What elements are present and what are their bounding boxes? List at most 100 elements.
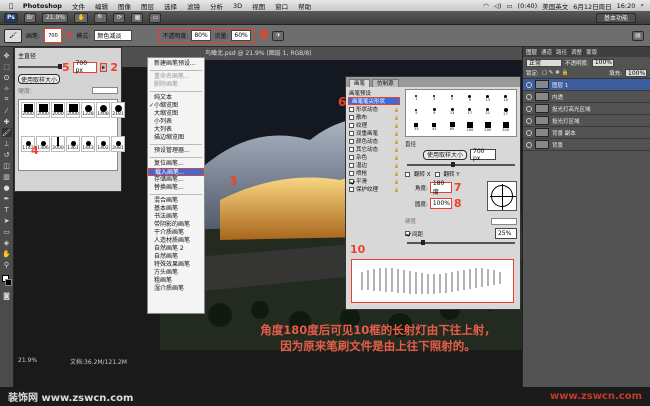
layer-opacity-field[interactable]: 100% — [591, 58, 614, 67]
roundness-field[interactable]: 100% — [429, 198, 452, 209]
tab-layers[interactable]: 图层 — [526, 48, 537, 56]
brush-option-row[interactable]: 颜色动态 🔒 — [346, 137, 402, 145]
brush-tip-cell[interactable]: 9 — [432, 108, 436, 115]
color-swatches-icon[interactable] — [1, 275, 12, 289]
brush-tool-icon[interactable]: 🖌 — [1, 128, 12, 137]
menu-item[interactable]: 描边缩览图 — [148, 134, 204, 142]
menu-view[interactable]: 视图 — [247, 1, 270, 11]
brush-tip-cell[interactable]: 200 — [484, 121, 491, 132]
brush-tip-cell[interactable]: 9 — [468, 94, 472, 102]
apple-icon[interactable]:  — [4, 2, 18, 10]
lock-icon[interactable]: 🔒 — [394, 171, 399, 176]
diameter-field[interactable]: 700 px — [470, 148, 496, 162]
menu-item[interactable]: 存储画笔... — [148, 176, 204, 184]
brush-tip-cell[interactable]: 21 — [486, 108, 490, 115]
tab-channels[interactable]: 通道 — [541, 48, 552, 56]
bridge-icon[interactable]: Br — [23, 12, 37, 23]
eraser-icon[interactable]: ◫ — [2, 161, 12, 170]
3d-rotate-icon[interactable]: ◈ — [2, 238, 12, 247]
lock-icon[interactable]: 🔒 — [394, 123, 399, 128]
menu-select[interactable]: 选择 — [159, 1, 182, 11]
menu-layer[interactable]: 图层 — [136, 1, 159, 11]
menu-item[interactable]: 纯文本 — [148, 94, 204, 102]
wifi-icon[interactable]: ◠ — [483, 2, 489, 10]
brush-tip-cell[interactable]: 65 — [449, 122, 455, 131]
opacity-field[interactable]: 80% — [191, 30, 212, 41]
menu-image[interactable]: 图像 — [113, 1, 136, 11]
menu-3d[interactable]: 3D — [228, 2, 247, 10]
fill-field[interactable]: 100% — [625, 69, 647, 77]
layer-row[interactable]: 投光灯高光区域 — [523, 103, 650, 115]
brush-option-row[interactable]: 其它动态 🔒 — [346, 145, 402, 153]
menu-item[interactable]: 湿介质画笔 — [148, 285, 204, 293]
menu-item[interactable]: 带阴影的画笔 — [148, 221, 204, 229]
brush-option-row[interactable]: 散布 🔒 — [346, 113, 402, 121]
lock-icons[interactable]: ▢ ✎ ✥ 🔒 — [542, 70, 569, 76]
diameter-slider[interactable] — [407, 162, 515, 167]
angle-field[interactable]: 180度 — [429, 180, 452, 196]
lock-icon[interactable]: 🔒 — [394, 115, 399, 120]
menu-item[interactable]: 自然画笔 2 — [148, 245, 204, 253]
hardness-field[interactable] — [92, 86, 118, 94]
hand-tool-icon[interactable]: ✋ — [74, 12, 88, 23]
gradient-icon[interactable]: ▥ — [2, 172, 12, 181]
quick-mask-icon[interactable]: ◙ — [2, 291, 12, 300]
brush-tip-cell[interactable]: 5 — [451, 95, 453, 101]
brush-option-checkbox[interactable] — [349, 170, 354, 176]
brush-tip-cell[interactable]: 27 — [503, 107, 508, 116]
airbrush-icon[interactable]: ✈ — [272, 30, 285, 41]
visibility-eye-icon[interactable] — [526, 93, 532, 100]
move-tool-icon[interactable]: ✥ — [2, 51, 12, 60]
brush-tip-cell[interactable]: 13 — [486, 94, 490, 102]
eyedropper-icon[interactable]: ⁄ — [2, 106, 12, 115]
brush-tip-cell[interactable]: 3 — [433, 95, 435, 101]
shape-tool-icon[interactable]: ▭ — [2, 227, 12, 236]
brush-thumb[interactable]: 1228 — [81, 102, 95, 118]
brush-thumb[interactable]: 2000 — [21, 102, 35, 118]
clock[interactable]: 16:20 — [617, 2, 636, 10]
brush-option-checkbox[interactable] — [349, 178, 354, 184]
menu-item[interactable]: 自然画笔 — [148, 253, 204, 261]
brush-option-row[interactable]: 平滑 🔒 — [346, 177, 402, 185]
menu-analysis[interactable]: 分析 — [205, 1, 228, 11]
menu-app[interactable]: Photoshop — [18, 2, 67, 10]
menu-filter[interactable]: 滤镜 — [182, 1, 205, 11]
history-brush-icon[interactable]: ↺ — [2, 150, 12, 159]
lock-icon[interactable]: 🔒 — [394, 147, 399, 152]
brush-option-row[interactable]: 杂色 🔒 — [346, 153, 402, 161]
spacing-slider[interactable] — [407, 240, 515, 245]
menu-item[interactable]: 人造材质画笔 — [148, 237, 204, 245]
tab-clone-source[interactable]: 仿制源 — [372, 79, 399, 87]
zoom-tool-icon[interactable]: 🔍 — [93, 12, 108, 23]
brush-option-checkbox[interactable] — [349, 106, 354, 112]
menu-window[interactable]: 窗口 — [270, 1, 293, 11]
brush-thumb[interactable]: 1361 — [66, 135, 80, 152]
brush-thumb[interactable]: 2000 — [36, 102, 50, 118]
menu-item[interactable]: 大缩览图 — [148, 110, 204, 118]
brush-tip-cell[interactable]: 17 — [468, 108, 472, 115]
menu-item[interactable]: 特殊效果画笔 — [148, 261, 204, 269]
master-diameter-slider[interactable] — [18, 64, 62, 69]
picker-menu-button[interactable]: ▸ — [99, 62, 108, 72]
menu-item[interactable]: 小缩览图 — [148, 102, 204, 110]
lock-icon[interactable]: 🔒 — [394, 139, 399, 144]
brush-option-checkbox[interactable] — [349, 130, 354, 136]
volume-icon[interactable]: ◁) — [494, 2, 502, 10]
brush-tip-cell[interactable]: 1 — [415, 95, 418, 101]
menu-item[interactable]: 大列表 — [148, 126, 204, 134]
brush-option-checkbox[interactable] — [349, 162, 354, 168]
spacing-checkbox[interactable] — [405, 231, 410, 236]
flip-x-checkbox[interactable] — [405, 171, 410, 177]
zoom-level[interactable]: 21.9% — [42, 12, 69, 23]
visibility-eye-icon[interactable] — [526, 117, 532, 124]
brush-tip-cell[interactable]: 13 — [450, 108, 454, 115]
healing-brush-icon[interactable]: ✚ — [2, 117, 12, 126]
brush-tool-preset-icon[interactable]: 🖌 — [4, 28, 22, 43]
spacing-field[interactable]: 25% — [495, 228, 517, 239]
master-diameter-field[interactable]: 700 px — [72, 60, 97, 74]
brush-tip-cell[interactable]: 300 — [502, 121, 509, 132]
brush-tip-cell[interactable]: 100 — [467, 121, 473, 132]
brush-thumb[interactable]: 1443 — [81, 135, 95, 152]
brush-thumb[interactable]: 2000 — [51, 102, 65, 118]
lock-icon[interactable]: 🔒 — [394, 131, 399, 136]
